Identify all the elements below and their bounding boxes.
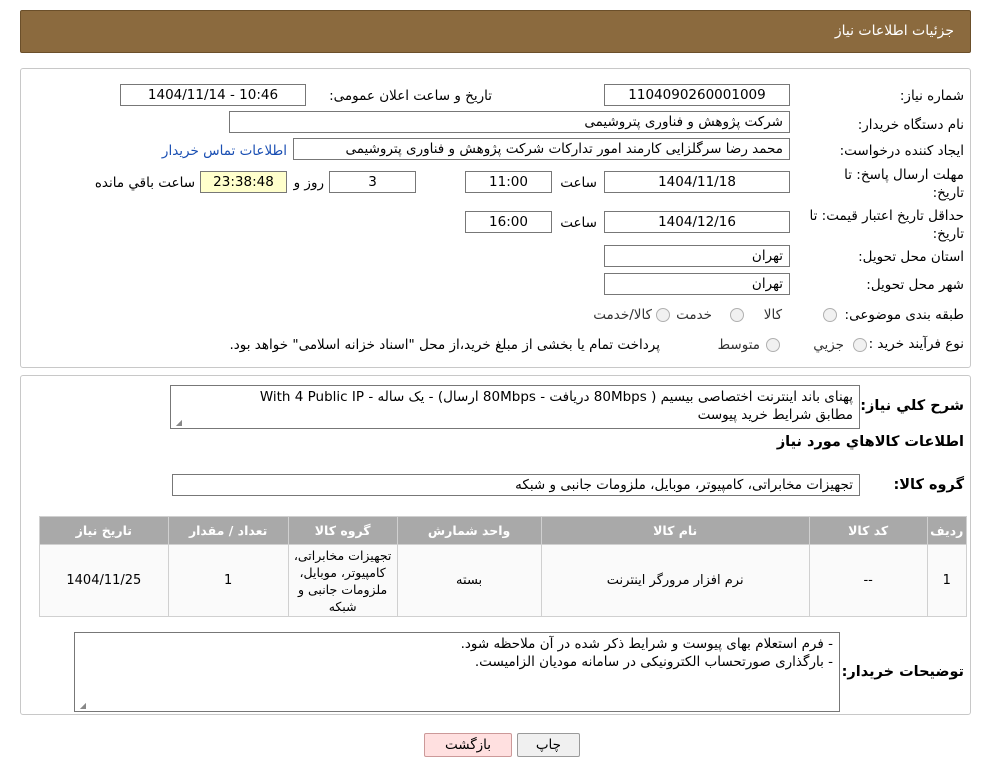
process-payment-note: پرداخت تمام یا بخشی از مبلغ خرید،از محل … <box>229 337 660 353</box>
buyer-contact-link[interactable]: اطلاعات تماس خریدار <box>162 143 287 159</box>
requester-label: ایجاد کننده درخواست: <box>839 143 964 159</box>
category-option-goods: کالا <box>763 307 782 323</box>
print-button[interactable]: چاپ <box>517 733 580 757</box>
deadline-time-field: 11:00 <box>465 171 552 193</box>
city-label: شهر محل تحویل: <box>866 277 964 293</box>
announce-field: 1404/11/14 - 10:46 <box>120 84 306 106</box>
remaining-label: ساعت باقي مانده <box>94 175 195 191</box>
th-unit: واحد شمارش <box>396 516 542 545</box>
cell-name: نرم افزار مرورگر اینترنت <box>540 544 810 617</box>
announce-label: تاریخ و ساعت اعلان عمومی: <box>329 88 492 104</box>
category-option-service: خدمت <box>676 307 712 323</box>
process-radio-medium[interactable] <box>766 338 780 352</box>
deadline-date-field: 1404/11/18 <box>604 171 790 193</box>
cell-row: 1 <box>926 544 968 617</box>
back-button[interactable]: بازگشت <box>424 733 512 757</box>
th-row: رديف <box>926 516 968 545</box>
buyer-notes-textarea[interactable]: - فرم استعلام بهای پیوست و شرایط ذکر شده… <box>74 632 840 712</box>
summary-line-2: مطابق شرایط خرید پیوست <box>697 407 853 423</box>
goods-group-label: گروه کالا: <box>893 477 964 493</box>
category-option-goods-service: کالا/خدمت <box>593 307 652 323</box>
page-header: جزئیات اطلاعات نیاز <box>20 10 971 53</box>
process-radio-minor[interactable] <box>853 338 867 352</box>
table-header-row: رديف کد کالا نام کالا واحد شمارش گروه کا… <box>39 516 968 545</box>
need-number-field: 1104090260001009 <box>604 84 790 106</box>
category-label: طبقه بندی موضوعی: <box>844 307 964 323</box>
cell-code: -- <box>808 544 928 617</box>
th-group: گروه کالا <box>287 516 398 545</box>
remaining-time-field: 23:38:48 <box>200 171 287 193</box>
days-label: روز و <box>293 175 324 191</box>
buyer-org-field: شرکت پژوهش و فناوری پتروشیمی <box>229 111 790 133</box>
cell-group: تجهیزات مخابراتی، کامپیوتر، موبایل، ملزو… <box>287 544 398 617</box>
buyer-notes-label: توضیحات خریدار: <box>841 664 964 680</box>
th-name: نام کالا <box>540 516 810 545</box>
need-details-panel: شماره نیاز: 1104090260001009 تاریخ و ساع… <box>20 68 971 368</box>
validity-time-label: ساعت <box>560 215 597 231</box>
category-radio-goods-service[interactable] <box>656 308 670 322</box>
th-quantity: تعداد / مقدار <box>167 516 289 545</box>
cell-need-date: 1404/11/25 <box>39 544 169 617</box>
process-label: نوع فرآیند خرید : <box>868 336 964 352</box>
page-title: جزئیات اطلاعات نیاز <box>834 23 954 39</box>
requester-field: محمد رضا سرگلزایی کارمند امور تدارکات شر… <box>293 138 790 160</box>
deadline-time-label: ساعت <box>560 175 597 191</box>
process-option-medium: متوسط <box>717 337 760 353</box>
goods-group-field: تجهیزات مخابراتی، کامپیوتر، موبایل، ملزو… <box>172 474 860 496</box>
table-row: 1 -- نرم افزار مرورگر اینترنت بسته تجهیز… <box>39 544 968 617</box>
summary-label: شرح کلي نیاز: <box>860 398 964 414</box>
summary-line-1: پهنای باند اینترنت اختصاصی بیسیم ( 80Mbp… <box>259 389 853 405</box>
buyer-notes-line-1: - فرم استعلام بهای پیوست و شرایط ذکر شده… <box>460 636 833 652</box>
province-label: استان محل تحویل: <box>858 249 964 265</box>
resize-grip-icon[interactable]: ◢ <box>173 418 182 427</box>
city-field: تهران <box>604 273 790 295</box>
resize-grip-icon[interactable]: ◢ <box>77 701 86 710</box>
province-field: تهران <box>604 245 790 267</box>
cell-unit: بسته <box>396 544 542 617</box>
validity-date-field: 1404/12/16 <box>604 211 790 233</box>
category-radio-service[interactable] <box>730 308 744 322</box>
summary-textarea[interactable]: پهنای باند اینترنت اختصاصی بیسیم ( 80Mbp… <box>170 385 860 429</box>
buyer-org-label: نام دستگاه خریدار: <box>857 117 964 133</box>
validity-label: حداقل تاریخ اعتبار قیمت: تا تاریخ: <box>809 208 964 242</box>
buyer-notes-line-2: - بارگذاری صورتحساب الکترونیکی در سامانه… <box>474 654 833 670</box>
category-radio-goods[interactable] <box>823 308 837 322</box>
goods-panel: شرح کلي نیاز: پهنای باند اینترنت اختصاصی… <box>20 375 971 715</box>
deadline-label: مهلت ارسال پاسخ: تا تاریخ: <box>844 167 964 201</box>
th-code: کد کالا <box>808 516 928 545</box>
need-number-label: شماره نیاز: <box>899 88 964 104</box>
validity-time-field: 16:00 <box>465 211 552 233</box>
remaining-days-field: 3 <box>329 171 416 193</box>
process-option-minor: جزيي <box>813 337 844 353</box>
cell-quantity: 1 <box>167 544 289 617</box>
th-need-date: تاریخ نیاز <box>39 516 169 545</box>
goods-table: رديف کد کالا نام کالا واحد شمارش گروه کا… <box>39 516 968 617</box>
goods-info-title: اطلاعات کالاهاي مورد نیاز <box>776 434 964 450</box>
